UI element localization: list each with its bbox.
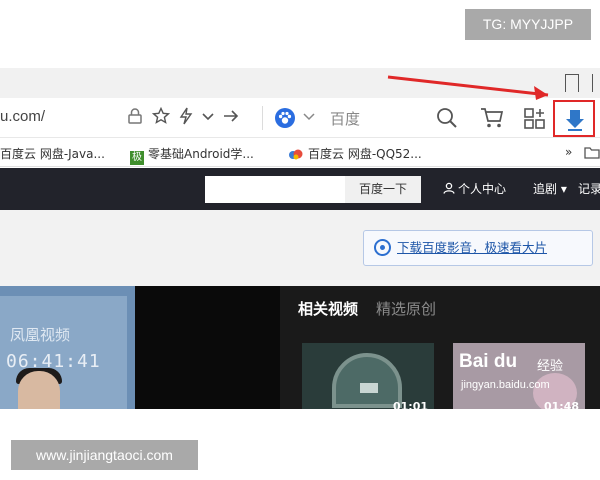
bookmark-badge: 极 xyxy=(130,151,144,165)
paw-icon[interactable] xyxy=(275,108,295,128)
watermark-top: TG: MYYJJPP xyxy=(465,9,591,40)
video-player[interactable]: 凤凰视频 06:41:41 xyxy=(0,286,135,409)
tab-related-videos[interactable]: 相关视频 xyxy=(298,300,358,318)
channel-logo: 凤凰视频 xyxy=(10,326,71,344)
folder-icon[interactable] xyxy=(584,145,600,162)
lightning-icon[interactable] xyxy=(178,107,194,130)
cart-icon[interactable] xyxy=(480,107,504,134)
bookmark-item[interactable]: 百度云 网盘-Java... xyxy=(0,145,105,162)
download-icon[interactable] xyxy=(565,108,585,132)
bookmark-item[interactable]: 百度云 网盘-QQ52... xyxy=(288,145,422,162)
download-button-highlight[interactable] xyxy=(553,100,595,137)
tunnel-scene xyxy=(332,353,402,408)
promo-text: 下载百度影音，极速看大片 xyxy=(397,240,548,255)
lock-icon[interactable] xyxy=(126,107,144,130)
star-icon[interactable] xyxy=(151,106,171,130)
site-search-button[interactable]: 百度一下 xyxy=(345,176,421,203)
player-letterbox xyxy=(135,286,280,409)
video-duration: 01:48 xyxy=(543,400,579,409)
site-navbar: 百度一下 个人中心 追剧 ▾ 记录 xyxy=(0,168,600,210)
bookmarks-bar: 百度云 网盘-Java... 极零基础Android学... 百度云 网盘-QQ… xyxy=(0,139,600,167)
tab-featured-original[interactable]: 精选原创 xyxy=(376,300,436,318)
engine-chevron-icon[interactable] xyxy=(302,107,316,130)
user-center-link[interactable]: 个人中心 xyxy=(443,180,506,197)
video-duration: 01:01 xyxy=(392,400,428,409)
watermark-bottom: www.jinjiangtaoci.com xyxy=(11,440,198,470)
extensions-icon[interactable] xyxy=(523,107,547,136)
chevron-down-icon[interactable] xyxy=(200,107,216,130)
baidu-jingyan-text: 经验 xyxy=(537,359,564,374)
download-player-promo[interactable]: 下载百度影音，极速看大片 xyxy=(363,230,593,266)
toolbar-separator xyxy=(262,106,263,130)
video-section: 凤凰视频 06:41:41 相关视频 精选原创 01:01 Bai du 经验 … xyxy=(0,286,600,409)
bookmarks-overflow[interactable]: » xyxy=(565,145,572,159)
bookmark-item[interactable]: 极零基础Android学... xyxy=(130,145,254,165)
search-engine-name[interactable]: 百度 xyxy=(330,108,360,129)
browser-screenshot: u.com/ 百度 百度云 网盘-Java... 极 零基础Android学..… xyxy=(0,68,600,409)
video-thumbnail[interactable]: 01:01 xyxy=(302,343,434,409)
video-thumbnail[interactable]: Bai du 经验 jingyan.baidu.com 01:48 xyxy=(453,343,585,409)
address-bar: u.com/ 百度 xyxy=(0,98,600,138)
url-text[interactable]: u.com/ xyxy=(0,108,45,125)
close-window-icon[interactable] xyxy=(592,74,600,92)
news-anchor xyxy=(18,371,60,409)
related-tabs: 相关视频 精选原创 xyxy=(298,298,436,319)
baidu-logo: Bai du xyxy=(459,351,518,372)
restore-window-icon[interactable] xyxy=(565,74,579,92)
follow-show-link[interactable]: 追剧 ▾ xyxy=(533,180,567,197)
history-link[interactable]: 记录 xyxy=(578,180,600,197)
film-reel-icon xyxy=(374,239,391,256)
screenshot-canvas: TG: MYYJJPP u.com/ 百度 百度云 网盘-Java... 极 零… xyxy=(0,0,600,480)
baidu-url-text: jingyan.baidu.com xyxy=(461,379,550,391)
window-titlebar xyxy=(0,68,600,98)
user-icon xyxy=(443,182,455,194)
cloud-icon xyxy=(289,149,303,160)
page-content: 下载百度影音，极速看大片 xyxy=(0,210,600,286)
video-frame: 凤凰视频 06:41:41 xyxy=(0,296,127,409)
site-search-input[interactable] xyxy=(205,176,345,203)
search-icon[interactable] xyxy=(436,107,458,134)
forward-arrow-icon[interactable] xyxy=(222,107,240,130)
related-videos-panel: 相关视频 精选原创 01:01 Bai du 经验 jingyan.baidu.c… xyxy=(280,286,600,409)
car-shape xyxy=(360,383,378,393)
